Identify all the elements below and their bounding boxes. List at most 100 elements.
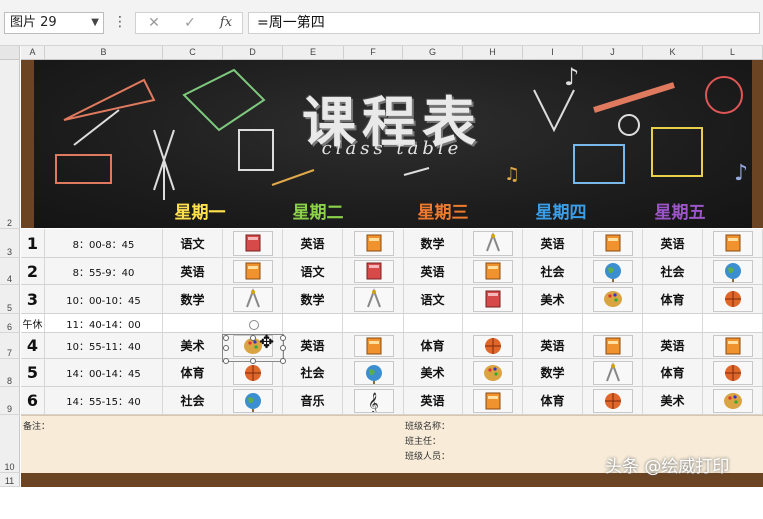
icon-cell[interactable]	[223, 229, 283, 257]
basketball-icon[interactable]	[472, 334, 513, 357]
palette-icon[interactable]	[592, 286, 633, 312]
icon-cell[interactable]	[703, 258, 763, 284]
orange-book-icon[interactable]	[592, 230, 633, 256]
selected-picture[interactable]: ✥	[222, 320, 286, 364]
column-header[interactable]: L	[703, 46, 763, 60]
icon-cell[interactable]	[223, 258, 283, 284]
basketball-icon[interactable]	[232, 360, 273, 385]
basketball-icon[interactable]	[592, 388, 633, 413]
period-number[interactable]: 4	[21, 333, 45, 358]
icon-cell[interactable]: 𝄞	[344, 387, 404, 414]
period-number[interactable]: 午休	[21, 314, 45, 332]
resize-handle[interactable]	[280, 358, 286, 364]
icon-cell[interactable]	[703, 229, 763, 257]
column-header[interactable]: D	[223, 46, 283, 60]
subject-cell[interactable]: 美术	[643, 387, 703, 414]
subject-cell[interactable]: 英语	[283, 229, 343, 257]
resize-handle[interactable]	[280, 345, 286, 351]
music-note-icon[interactable]: 𝄞	[353, 388, 394, 413]
icon-cell[interactable]	[703, 314, 763, 332]
name-box[interactable]: 图片 29 ▼	[4, 12, 104, 34]
icon-cell[interactable]	[583, 285, 643, 313]
row-header[interactable]: 2	[0, 60, 20, 229]
subject-cell[interactable]: 数学	[283, 285, 343, 313]
globe-icon[interactable]	[353, 360, 394, 385]
subject-cell[interactable]: 美术	[523, 285, 583, 313]
icon-cell[interactable]	[583, 359, 643, 386]
orange-book-icon[interactable]	[472, 259, 513, 283]
column-header[interactable]: C	[163, 46, 223, 60]
subject-cell[interactable]: 美术	[163, 333, 223, 358]
insert-function-button[interactable]: fx	[214, 13, 238, 33]
subject-cell[interactable]: 体育	[403, 333, 463, 358]
period-number[interactable]: 5	[21, 359, 45, 386]
subject-cell[interactable]: 社会	[643, 258, 703, 284]
column-header[interactable]: K	[643, 46, 703, 60]
formula-input[interactable]: =周一第四	[248, 12, 760, 34]
resize-handle[interactable]	[280, 335, 286, 341]
icon-cell[interactable]	[344, 285, 404, 313]
subject-cell[interactable]	[643, 314, 703, 332]
chevron-down-icon[interactable]: ▼	[91, 13, 99, 33]
more-icon[interactable]: ⋮	[113, 14, 127, 30]
subject-cell[interactable]: 数学	[523, 359, 583, 386]
subject-cell[interactable]: 英语	[643, 333, 703, 358]
resize-handle[interactable]	[223, 335, 229, 341]
resize-handle[interactable]	[223, 358, 229, 364]
compass-icon[interactable]	[232, 286, 273, 312]
icon-cell[interactable]	[223, 285, 283, 313]
enter-icon[interactable]: ✓	[178, 13, 202, 33]
icon-cell[interactable]	[463, 229, 523, 257]
basketball-icon[interactable]	[712, 360, 753, 385]
globe-icon[interactable]	[712, 259, 753, 283]
palette-icon[interactable]	[472, 360, 513, 385]
subject-cell[interactable]: 语文	[283, 258, 343, 284]
compass-icon[interactable]	[353, 286, 394, 312]
icon-cell[interactable]	[463, 314, 523, 332]
subject-cell[interactable]: 英语	[523, 229, 583, 257]
period-time[interactable]: 11：40-14：00	[45, 314, 163, 332]
period-time[interactable]: 8：00-8：45	[45, 229, 163, 257]
icon-cell[interactable]	[344, 333, 404, 358]
icon-cell[interactable]	[344, 258, 404, 284]
icon-cell[interactable]	[463, 387, 523, 414]
globe-icon[interactable]	[592, 259, 633, 283]
period-time[interactable]: 8：55-9：40	[45, 258, 163, 284]
orange-book-icon[interactable]	[712, 230, 753, 256]
subject-cell[interactable]: 数学	[163, 285, 223, 313]
red-book-icon[interactable]	[353, 259, 394, 283]
subject-cell[interactable]: 英语	[283, 333, 343, 358]
row-header[interactable]: 8	[0, 359, 20, 387]
red-book-icon[interactable]	[232, 230, 273, 256]
period-time[interactable]: 14：00-14：45	[45, 359, 163, 386]
subject-cell[interactable]: 社会	[163, 387, 223, 414]
row-header[interactable]: 4	[0, 258, 20, 285]
subject-cell[interactable]: 英语	[163, 258, 223, 284]
subject-cell[interactable]: 语文	[403, 285, 463, 313]
icon-cell[interactable]	[583, 229, 643, 257]
subject-cell[interactable]: 数学	[403, 229, 463, 257]
compass-icon[interactable]	[472, 230, 513, 256]
icon-cell[interactable]	[703, 359, 763, 386]
subject-cell[interactable]: 体育	[643, 285, 703, 313]
select-all-corner[interactable]	[0, 46, 20, 60]
icon-cell[interactable]	[463, 285, 523, 313]
icon-cell[interactable]	[463, 333, 523, 358]
subject-cell[interactable]: 语文	[163, 229, 223, 257]
orange-book-icon[interactable]	[232, 259, 273, 283]
icon-cell[interactable]	[703, 285, 763, 313]
subject-cell[interactable]: 社会	[523, 258, 583, 284]
column-header[interactable]: B	[45, 46, 163, 60]
orange-book-icon[interactable]	[592, 334, 633, 357]
subject-cell[interactable]: 英语	[523, 333, 583, 358]
period-time[interactable]: 10：55-11：40	[45, 333, 163, 358]
orange-book-icon[interactable]	[472, 388, 513, 413]
subject-cell[interactable]: 体育	[523, 387, 583, 414]
icon-cell[interactable]	[583, 387, 643, 414]
subject-cell[interactable]: 英语	[403, 387, 463, 414]
row-header[interactable]: 10	[0, 415, 20, 473]
subject-cell[interactable]: 美术	[403, 359, 463, 386]
icon-cell[interactable]	[223, 387, 283, 414]
row-header[interactable]: 11	[0, 473, 20, 487]
resize-handle[interactable]	[223, 345, 229, 351]
